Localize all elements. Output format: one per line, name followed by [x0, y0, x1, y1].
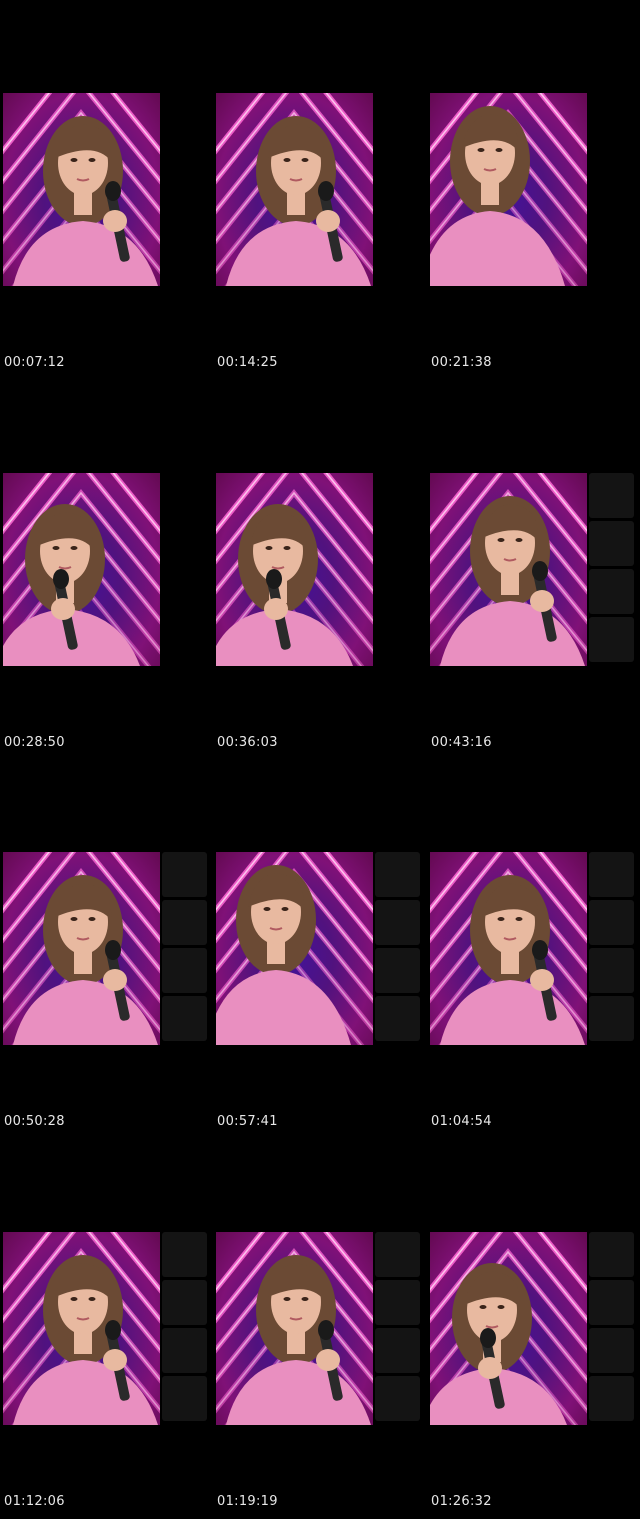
thumbnail-grid: 00:07:12 00:14:25 00:21:38 00:28:50 00:36:03…: [0, 0, 640, 1518]
timestamp-label: 00:43:16: [431, 735, 492, 750]
side-tile: [162, 1280, 207, 1325]
side-tile: [375, 900, 420, 945]
video-frame-graphic: [430, 93, 587, 286]
thumbnail-image[interactable]: [430, 473, 587, 666]
side-tile-strip: [587, 1232, 637, 1425]
video-frame-graphic: [3, 93, 160, 286]
timestamp-label: 00:50:28: [4, 1114, 65, 1129]
side-tile: [375, 1232, 420, 1277]
side-tile: [375, 996, 420, 1041]
side-tile: [375, 1376, 420, 1421]
side-tile: [589, 852, 634, 897]
video-frame-graphic: [216, 473, 373, 666]
video-thumbnail[interactable]: 00:07:12: [0, 0, 213, 380]
side-tile: [589, 1280, 634, 1325]
side-tile: [375, 852, 420, 897]
thumbnail-image[interactable]: [216, 473, 373, 666]
timestamp-label: 00:21:38: [431, 355, 492, 370]
timestamp-label: 00:14:25: [217, 355, 278, 370]
timestamp-label: 00:28:50: [4, 735, 65, 750]
thumbnail-image[interactable]: [216, 852, 373, 1045]
side-tile: [162, 1328, 207, 1373]
thumbnail-image[interactable]: [216, 93, 373, 286]
side-tile-strip: [587, 473, 637, 666]
side-tile: [589, 1232, 634, 1277]
side-tile: [589, 569, 634, 614]
video-frame-graphic: [216, 852, 373, 1045]
side-tile-strip: [160, 1232, 210, 1425]
video-thumbnail[interactable]: 00:21:38: [427, 0, 640, 380]
thumbnail-image[interactable]: [3, 473, 160, 666]
side-tile: [162, 900, 207, 945]
timestamp-label: 00:36:03: [217, 735, 278, 750]
video-thumbnail[interactable]: 00:57:41: [213, 759, 426, 1139]
side-tile-strip: [373, 1232, 423, 1425]
side-tile: [375, 1280, 420, 1325]
video-frame-graphic: [3, 473, 160, 666]
side-tile-strip: [373, 852, 423, 1045]
thumbnail-image[interactable]: [3, 93, 160, 286]
timestamp-label: 00:57:41: [217, 1114, 278, 1129]
video-thumbnail[interactable]: 01:12:06: [0, 1139, 213, 1519]
thumbnail-image[interactable]: [430, 93, 587, 286]
video-thumbnail[interactable]: 00:28:50: [0, 380, 213, 760]
video-thumbnail[interactable]: 00:36:03: [213, 380, 426, 760]
side-tile: [589, 948, 634, 993]
thumbnail-image[interactable]: [430, 852, 587, 1045]
video-frame-graphic: [430, 1232, 587, 1425]
side-tile: [162, 1232, 207, 1277]
side-tile: [589, 900, 634, 945]
side-tile: [162, 1376, 207, 1421]
video-frame-graphic: [430, 852, 587, 1045]
side-tile: [162, 996, 207, 1041]
video-thumbnail[interactable]: 01:19:19: [213, 1139, 426, 1519]
side-tile: [589, 617, 634, 662]
video-frame-graphic: [430, 473, 587, 666]
video-frame-graphic: [3, 1232, 160, 1425]
side-tile: [589, 521, 634, 566]
video-thumbnail[interactable]: 00:43:16: [427, 380, 640, 760]
video-thumbnail[interactable]: 00:50:28: [0, 759, 213, 1139]
side-tile: [589, 1328, 634, 1373]
timestamp-label: 01:26:32: [431, 1494, 492, 1509]
timestamp-label: 01:04:54: [431, 1114, 492, 1129]
timestamp-label: 00:07:12: [4, 355, 65, 370]
side-tile: [589, 996, 634, 1041]
timestamp-label: 01:12:06: [4, 1494, 65, 1509]
video-thumbnail[interactable]: 00:14:25: [213, 0, 426, 380]
timestamp-label: 01:19:19: [217, 1494, 278, 1509]
video-frame-graphic: [216, 1232, 373, 1425]
side-tile: [375, 948, 420, 993]
side-tile-strip: [587, 852, 637, 1045]
side-tile: [162, 852, 207, 897]
side-tile-strip: [160, 852, 210, 1045]
thumbnail-image[interactable]: [216, 1232, 373, 1425]
side-tile: [162, 948, 207, 993]
side-tile: [589, 473, 634, 518]
thumbnail-image[interactable]: [3, 1232, 160, 1425]
side-tile: [589, 1376, 634, 1421]
thumbnail-image[interactable]: [3, 852, 160, 1045]
video-thumbnail[interactable]: 01:26:32: [427, 1139, 640, 1519]
video-frame-graphic: [216, 93, 373, 286]
video-frame-graphic: [3, 852, 160, 1045]
video-thumbnail[interactable]: 01:04:54: [427, 759, 640, 1139]
side-tile: [375, 1328, 420, 1373]
thumbnail-image[interactable]: [430, 1232, 587, 1425]
